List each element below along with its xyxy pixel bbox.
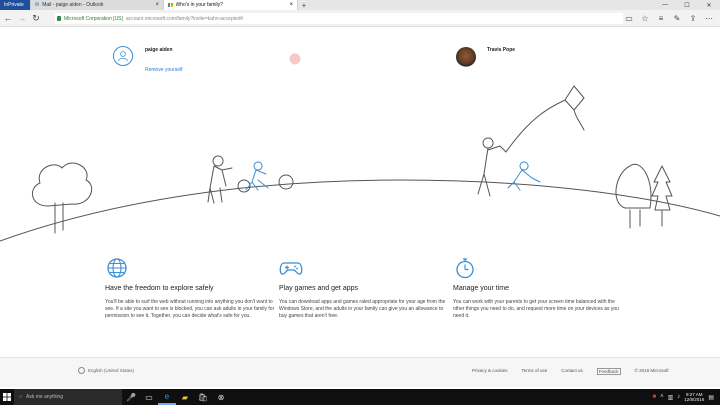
family-illustration	[0, 85, 720, 242]
person-icon	[477, 137, 507, 197]
hill-line	[0, 179, 720, 242]
windows-start-icon[interactable]	[0, 389, 14, 405]
ball-icon	[278, 174, 294, 190]
share-icon[interactable]: ⇪	[688, 13, 698, 24]
hub-icon[interactable]: ≡	[656, 13, 666, 24]
refresh-icon[interactable]: ↻	[30, 12, 42, 24]
window-controls: — ☐ ✕	[654, 0, 720, 10]
close-tab-icon[interactable]: ×	[155, 2, 159, 8]
language-selector[interactable]: English (United States)	[78, 367, 134, 374]
search-placeholder: Ask me anything	[26, 394, 63, 400]
footer-links: Privacy & cookies Terms of use Contact u…	[472, 368, 669, 375]
tab-label: Mail - paige aiden - Outlook	[42, 2, 104, 8]
windows-taskbar: ○ Ask me anything 🎤 ▭ e ▰ 🛍 ⊗ ■ ˄ ▥ ♪ 9:…	[0, 389, 720, 405]
xbox-icon[interactable]: ⊗	[212, 389, 230, 405]
child-icon	[245, 161, 269, 191]
tab-inprivate[interactable]: InPrivate	[0, 0, 31, 10]
terms-link[interactable]: Terms of use	[522, 368, 548, 375]
avatar-photo	[456, 47, 476, 67]
certificate-org: Microsoft Corporation [US]	[64, 15, 123, 22]
volume-icon[interactable]: ♪	[677, 394, 680, 400]
tab-family[interactable]: Who's in your family? ×	[164, 0, 298, 10]
person-icon	[118, 51, 128, 62]
new-tab-button[interactable]: +	[298, 0, 310, 10]
address-bar[interactable]: Microsoft Corporation [US] account.micro…	[55, 13, 623, 24]
forward-icon[interactable]: →	[16, 12, 28, 24]
task-view-icon[interactable]: ▭	[140, 389, 158, 405]
microphone-icon[interactable]: 🎤	[122, 389, 140, 405]
member-name: paige aiden	[145, 47, 173, 53]
remove-yourself-link[interactable]: Remove yourself	[145, 67, 183, 73]
store-icon[interactable]: 🛍	[194, 389, 212, 405]
close-tab-icon[interactable]: ×	[289, 2, 293, 8]
search-icon: ○	[19, 394, 23, 400]
close-window-icon[interactable]: ✕	[698, 0, 720, 10]
tab-label: InPrivate	[4, 2, 24, 8]
avatar-photo	[286, 49, 304, 67]
notes-icon[interactable]: ✎	[672, 13, 682, 24]
lock-icon	[57, 16, 61, 21]
page-footer: English (United States) Privacy & cookie…	[0, 357, 720, 387]
kite-icon	[564, 85, 585, 131]
minimize-icon[interactable]: —	[654, 0, 676, 10]
navigation-bar: ← → ↻ Microsoft Corporation [US] account…	[0, 10, 720, 27]
feature-description: You can work with your parents to get yo…	[453, 299, 619, 320]
feedback-link[interactable]: Feedback	[596, 368, 621, 375]
avatar-placeholder-icon	[113, 46, 133, 66]
app-tray-icon[interactable]: ■	[652, 394, 656, 400]
system-tray: ■ ˄ ▥ ♪ 9:27 AM 12/8/2016 ▤	[652, 389, 720, 405]
gamepad-icon	[279, 257, 303, 279]
tab-bar: InPrivate ✉ Mail - paige aiden - Outlook…	[0, 0, 720, 10]
mail-icon: ✉	[35, 2, 40, 8]
microsoft-icon	[168, 2, 173, 8]
member-name: Travis Pope	[487, 47, 516, 53]
language-label: English (United States)	[88, 368, 135, 373]
cortana-search-box[interactable]: ○ Ask me anything	[14, 389, 122, 405]
globe-icon	[78, 367, 85, 374]
tab-mail[interactable]: ✉ Mail - paige aiden - Outlook ×	[31, 0, 164, 10]
back-icon[interactable]: ←	[2, 12, 14, 24]
feature-title: Manage your time	[453, 285, 510, 292]
maximize-icon[interactable]: ☐	[676, 0, 698, 10]
clock[interactable]: 9:27 AM 12/8/2016	[684, 392, 704, 402]
feature-block: Manage your time You can work with your …	[453, 257, 623, 321]
person-icon	[207, 155, 233, 204]
tab-label: Who's in your family?	[175, 2, 223, 8]
file-explorer-icon[interactable]: ▰	[176, 389, 194, 405]
feature-title: Have the freedom to explore safely	[105, 285, 214, 292]
feature-block: Play games and get apps You can download…	[279, 257, 449, 321]
feature-description: You'll be able to surf the web without r…	[105, 299, 275, 320]
contact-link[interactable]: Contact us	[561, 368, 583, 375]
chevron-up-icon[interactable]: ˄	[660, 394, 664, 400]
tree-icon	[651, 165, 673, 227]
privacy-link[interactable]: Privacy & cookies	[472, 368, 508, 375]
tree-icon	[615, 163, 652, 229]
network-icon[interactable]: ▥	[668, 394, 674, 401]
clock-date: 12/8/2016	[684, 397, 705, 402]
more-icon[interactable]: ⋯	[704, 13, 714, 24]
reading-view-icon[interactable]: ▭	[624, 13, 634, 24]
favorite-star-icon[interactable]: ☆	[640, 13, 650, 24]
ball-icon	[237, 179, 251, 193]
stopwatch-icon	[453, 257, 477, 279]
globe-icon	[105, 257, 129, 279]
kite-string	[505, 99, 566, 153]
tree-icon	[32, 162, 93, 234]
edge-icon[interactable]: e	[158, 389, 176, 405]
url-text: account.microsoft.com/family?invite=kahn…	[125, 15, 244, 22]
feature-title: Play games and get apps	[279, 285, 358, 292]
feature-description: You can download apps and games rated ap…	[279, 299, 446, 320]
feature-block: Have the freedom to explore safely You'l…	[105, 257, 275, 321]
copyright-text: © 2016 Microsoft	[634, 368, 669, 373]
notifications-icon[interactable]: ▤	[708, 394, 714, 401]
